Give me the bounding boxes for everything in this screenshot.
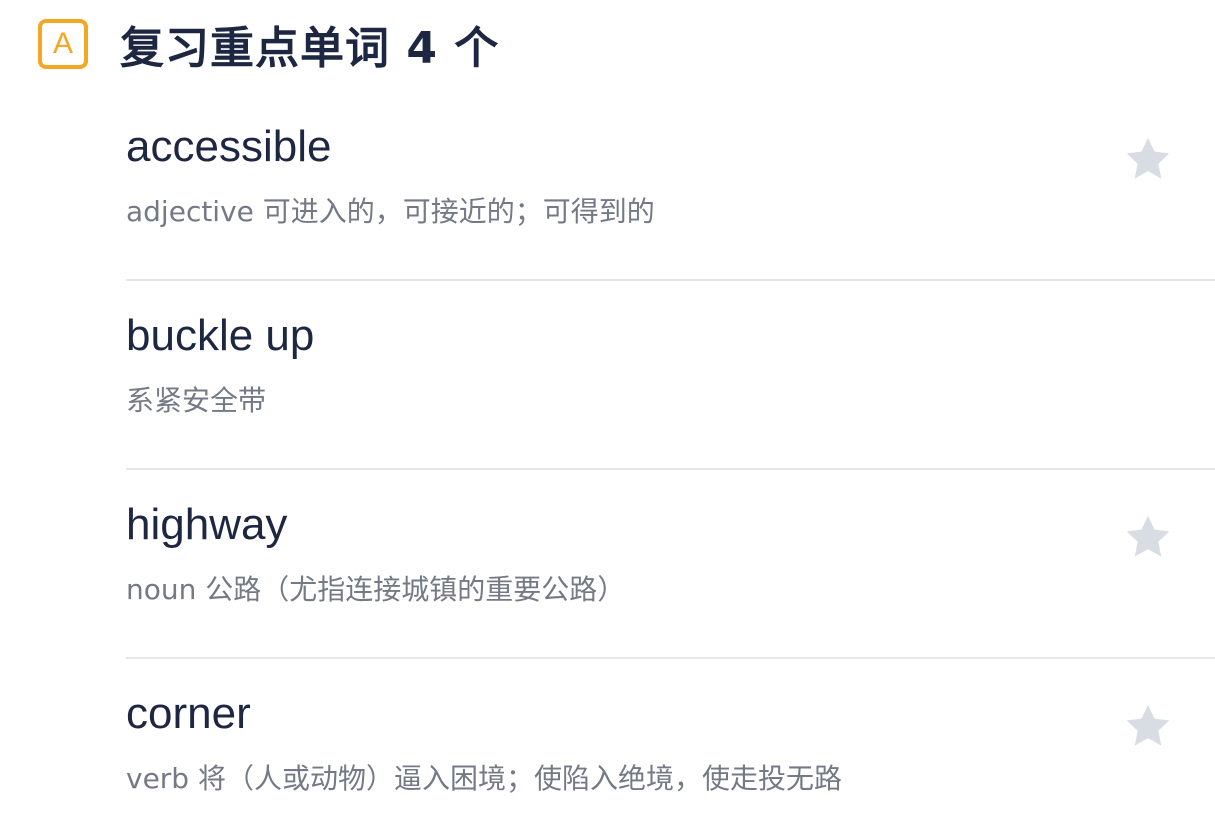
word-text: highway <box>126 500 288 549</box>
word-text: corner <box>126 689 251 738</box>
word-item[interactable]: buckle up 系紧安全带 <box>126 281 1215 470</box>
letter-a-icon: A <box>38 19 88 69</box>
word-meaning: 系紧安全带 <box>126 384 267 417</box>
word-text: buckle up <box>126 311 315 360</box>
section-title: 复习重点单词 4 个 <box>120 23 500 74</box>
word-text: accessible <box>126 122 332 171</box>
word-item[interactable]: accessible adjective 可进入的，可接近的；可得到的 <box>126 92 1215 281</box>
section-header: A 复习重点单词 4 个 <box>38 14 499 74</box>
review-words-page: A 复习重点单词 4 个 accessible adjective 可进入的，可… <box>0 0 1215 829</box>
star-icon[interactable] <box>1121 132 1175 186</box>
word-item[interactable]: highway noun 公路（尤指连接城镇的重要公路） <box>126 470 1215 659</box>
word-meaning: noun 公路（尤指连接城镇的重要公路） <box>126 573 626 606</box>
word-meaning: verb 将（人或动物）逼入困境；使陷入绝境，使走投无路 <box>126 762 842 795</box>
star-icon[interactable] <box>1121 510 1175 564</box>
word-meaning: adjective 可进入的，可接近的；可得到的 <box>126 195 655 228</box>
word-list: accessible adjective 可进入的，可接近的；可得到的 buck… <box>126 92 1215 829</box>
word-item[interactable]: corner verb 将（人或动物）逼入困境；使陷入绝境，使走投无路 <box>126 659 1215 829</box>
star-icon[interactable] <box>1121 699 1175 753</box>
